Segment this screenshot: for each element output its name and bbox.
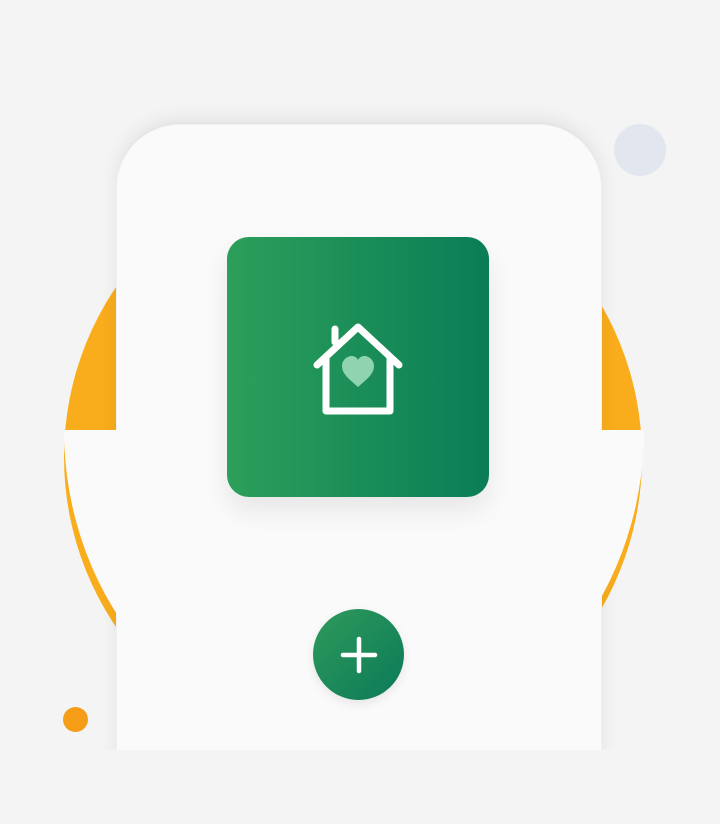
- add-button[interactable]: [313, 609, 404, 700]
- house-heart-icon: [313, 323, 403, 415]
- illustration-stage: [0, 0, 720, 824]
- orange-decor-dot: [63, 707, 88, 732]
- home-app-tile[interactable]: [227, 237, 489, 497]
- blue-decor-dot: [614, 124, 666, 176]
- bottom-background: [0, 750, 720, 824]
- plus-icon: [340, 636, 377, 673]
